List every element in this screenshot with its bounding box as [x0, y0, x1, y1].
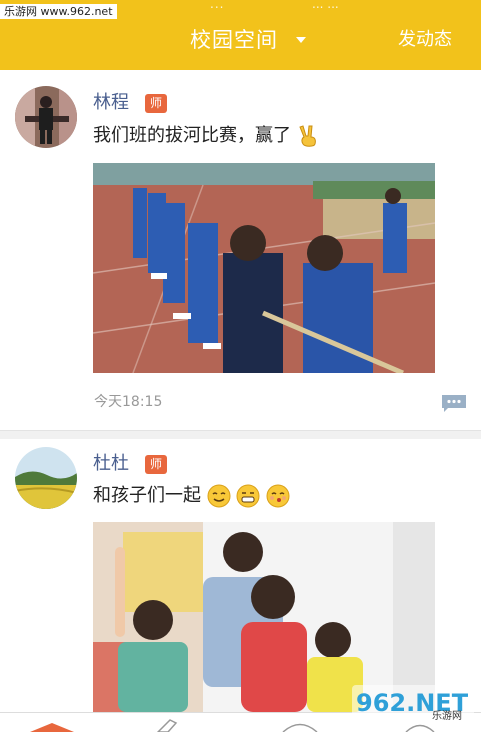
status-left: ...: [210, 0, 225, 11]
teacher-badge: 师: [145, 94, 167, 113]
kissing-face-icon: [266, 484, 290, 508]
smiling-face-icon: [207, 484, 231, 508]
post-status-button[interactable]: 发动态: [398, 28, 452, 52]
top-bar: ... ... ... 乐游网 www.962.net 校园空间 发动态: [0, 0, 481, 70]
landscape-photo: [15, 447, 77, 509]
watermark-small-text: 乐游网: [432, 709, 462, 721]
post-text-content: 和孩子们一起: [93, 485, 201, 506]
profile-icon: [405, 724, 435, 733]
brand-watermark: 962.NET 乐游网: [352, 685, 474, 722]
avatar[interactable]: [15, 86, 77, 148]
post-divider: [0, 430, 481, 439]
author-name[interactable]: 杜杜: [93, 453, 129, 475]
author-name[interactable]: 林程: [93, 92, 129, 114]
post-text: 我们班的拔河比赛，赢了: [93, 124, 319, 148]
page-title-dropdown[interactable]: 校园空间: [190, 26, 278, 54]
victory-hand-icon: [299, 125, 316, 147]
tug-of-war-photo[interactable]: [93, 163, 435, 373]
teacher-kids-photo[interactable]: [93, 522, 435, 712]
caret-down-icon[interactable]: [296, 37, 306, 43]
edit-icon: [156, 719, 178, 733]
feed-post: 杜杜 师 和孩子们一起: [0, 439, 481, 712]
feed-post: 林程 师 我们班的拔河比赛，赢了 今天18:15: [0, 70, 481, 430]
post-time: 今天18:15: [94, 394, 163, 410]
status-right: ... ...: [312, 0, 339, 11]
teacher-photo: [15, 86, 77, 148]
site-watermark: 乐游网 www.962.net: [0, 4, 117, 19]
grinning-face-icon: [236, 484, 260, 508]
comment-icon[interactable]: [442, 395, 466, 412]
teacher-badge: 师: [145, 455, 167, 474]
avatar[interactable]: [15, 447, 77, 509]
post-text: 和孩子们一起: [93, 484, 290, 508]
post-text-content: 我们班的拔河比赛，赢了: [93, 125, 291, 146]
